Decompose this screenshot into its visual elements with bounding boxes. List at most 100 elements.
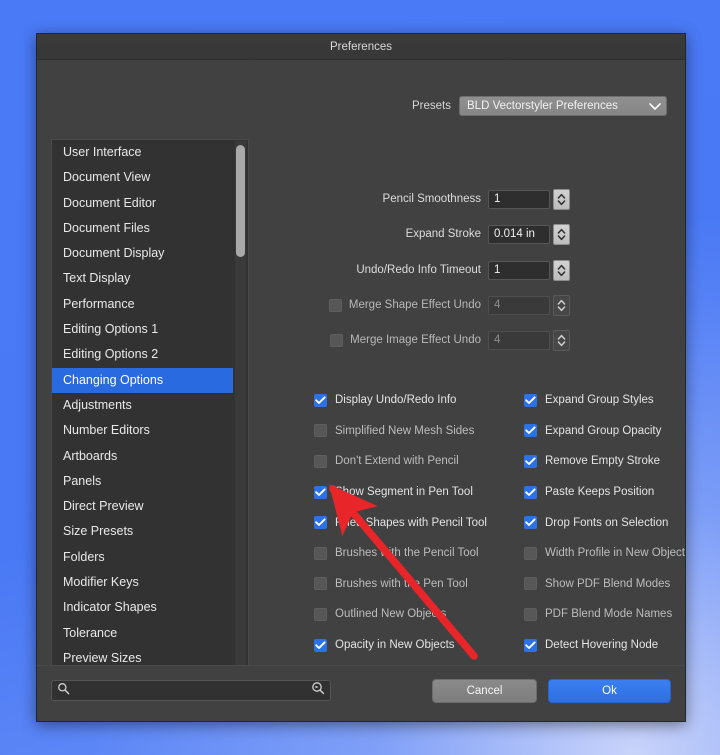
chevron-down-icon [648, 99, 662, 113]
checkbox-row-width-profile-in-new-objects[interactable]: Width Profile in New Objects [524, 538, 685, 569]
setting-label: Merge Shape Effect Undo [348, 299, 481, 311]
sidebar-item-artboards[interactable]: Artboards [52, 444, 233, 469]
sidebar-item-label: Editing Options 2 [63, 347, 159, 362]
checkbox-row-remove-empty-stroke[interactable]: Remove Empty Stroke [524, 446, 685, 477]
checkbox[interactable] [314, 607, 327, 621]
checkbox-column-right: Expand Group Styles Expand Group Opacity R… [524, 385, 685, 691]
sidebar-item-panels[interactable]: Panels [52, 469, 233, 494]
sidebar-item-document-view[interactable]: Document View [52, 165, 233, 190]
sidebar-item-label: Editing Options 1 [63, 322, 159, 337]
sidebar-scrollbar[interactable] [235, 141, 246, 679]
ok-button[interactable]: Ok [548, 679, 671, 703]
checkbox[interactable] [314, 516, 327, 530]
dialog-bottom-bar: Cancel Ok [37, 665, 685, 721]
changing-options-panel: Pencil Smoothness 1 Expand Stroke 0.014 in U… [262, 139, 685, 683]
checkbox-row-display-undo-redo-info[interactable]: Display Undo/Redo Info [314, 385, 487, 416]
checkbox[interactable] [328, 298, 342, 312]
number-input[interactable]: 0.014 in [488, 224, 550, 244]
checkbox[interactable] [524, 454, 537, 468]
search-options-icon[interactable] [311, 681, 325, 700]
checkbox-row-paste-keeps-position[interactable]: Paste Keeps Position [524, 477, 685, 508]
checkbox[interactable] [314, 638, 327, 652]
checkbox-row-outlined-new-objects[interactable]: Outlined New Objects [314, 599, 487, 630]
dialog-title: Preferences [329, 40, 392, 53]
sidebar-item-tolerance[interactable]: Tolerance [52, 621, 233, 646]
sidebar-item-number-editors[interactable]: Number Editors [52, 418, 233, 443]
sidebar-item-document-editor[interactable]: Document Editor [52, 191, 233, 216]
setting-label: Expand Stroke [405, 228, 481, 240]
checkbox[interactable] [524, 516, 537, 530]
number-input[interactable]: 4 [488, 295, 550, 315]
checkbox-row-show-pdf-blend-modes[interactable]: Show PDF Blend Modes [524, 569, 685, 600]
sidebar-item-user-interface[interactable]: User Interface [52, 140, 233, 165]
sidebar-item-label: Document Files [63, 220, 150, 235]
cancel-button[interactable]: Cancel [432, 679, 537, 703]
setting-row-undo-redo-info-timeout: Undo/Redo Info Timeout 1 [262, 259, 570, 281]
number-input[interactable]: 4 [488, 330, 550, 350]
sidebar-scrollbar-thumb[interactable] [236, 145, 245, 257]
category-list: User Interface Document View Document Edit… [52, 140, 233, 671]
checkbox[interactable] [524, 546, 537, 560]
sidebar-item-adjustments[interactable]: Adjustments [52, 393, 233, 418]
number-input[interactable]: 1 [488, 260, 550, 280]
sidebar-item-direct-preview[interactable]: Direct Preview [52, 494, 233, 519]
checkbox[interactable] [314, 393, 327, 407]
checkbox[interactable] [314, 577, 327, 591]
checkbox[interactable] [314, 546, 327, 560]
sidebar-item-modifier-keys[interactable]: Modifier Keys [52, 570, 233, 595]
checkbox-row-opacity-in-new-objects[interactable]: Opacity in New Objects [314, 630, 487, 661]
checkbox[interactable] [314, 454, 327, 468]
sidebar-item-document-files[interactable]: Document Files [52, 216, 233, 241]
checkbox[interactable] [330, 333, 344, 347]
checkbox-row-brushes-with-the-pencil-tool[interactable]: Brushes with the Pencil Tool [314, 538, 487, 569]
presets-label: Presets [412, 100, 451, 112]
checkbox[interactable] [524, 424, 537, 438]
checkbox[interactable] [314, 485, 327, 499]
number-input-value: 0.014 in [494, 228, 535, 240]
sidebar-item-editing-options-2[interactable]: Editing Options 2 [52, 342, 233, 367]
sidebar-item-label: Adjustments [63, 397, 132, 412]
stepper-control[interactable] [553, 294, 570, 316]
checkbox[interactable] [314, 424, 327, 438]
checkbox[interactable] [524, 638, 537, 652]
checkbox-row-expand-group-opacity[interactable]: Expand Group Opacity [524, 416, 685, 447]
number-input-value: 4 [494, 299, 501, 311]
sidebar-item-performance[interactable]: Performance [52, 292, 233, 317]
checkbox-row-drop-fonts-on-selection[interactable]: Drop Fonts on Selection [524, 507, 685, 538]
stepper-control[interactable] [553, 329, 570, 351]
checkbox-row-simplified-new-mesh-sides[interactable]: Simplified New Mesh Sides [314, 416, 487, 447]
checkbox[interactable] [524, 607, 537, 621]
presets-dropdown[interactable]: BLD Vectorstyler Preferences [459, 96, 667, 116]
checkbox-label: Outlined New Objects [335, 608, 447, 621]
search-input[interactable] [51, 680, 331, 701]
stepper-control[interactable] [553, 259, 570, 281]
stepper-control[interactable] [553, 188, 570, 210]
sidebar-item-size-presets[interactable]: Size Presets [52, 519, 233, 544]
sidebar-item-text-display[interactable]: Text Display [52, 266, 233, 291]
sidebar-item-label: Size Presets [63, 524, 134, 539]
checkbox-label: Detect Hovering Node [545, 639, 659, 652]
number-input-value: 1 [494, 264, 501, 276]
checkbox-label: Brushes with the Pen Tool [335, 577, 468, 590]
checkbox-row-don-t-extend-with-pencil[interactable]: Don't Extend with Pencil [314, 446, 487, 477]
checkbox[interactable] [524, 485, 537, 499]
sidebar-item-label: Changing Options [63, 372, 164, 387]
checkbox-row-pdf-blend-mode-names[interactable]: PDF Blend Mode Names [524, 599, 685, 630]
checkbox-row-filled-shapes-with-pencil-tool[interactable]: Filled Shapes with Pencil Tool [314, 507, 487, 538]
checkbox-row-show-segment-in-pen-tool[interactable]: Show Segment in Pen Tool [314, 477, 487, 508]
checkbox-label: Show Segment in Pen Tool [335, 486, 473, 499]
sidebar-item-changing-options[interactable]: Changing Options [52, 367, 233, 393]
sidebar-item-label: Document Editor [63, 195, 157, 210]
checkbox[interactable] [524, 577, 537, 591]
checkbox-row-expand-group-styles[interactable]: Expand Group Styles [524, 385, 685, 416]
category-sidebar[interactable]: User Interface Document View Document Edit… [51, 139, 249, 681]
checkbox-row-detect-hovering-node[interactable]: Detect Hovering Node [524, 630, 685, 661]
sidebar-item-folders[interactable]: Folders [52, 545, 233, 570]
sidebar-item-editing-options-1[interactable]: Editing Options 1 [52, 317, 233, 342]
checkbox[interactable] [524, 393, 537, 407]
sidebar-item-indicator-shapes[interactable]: Indicator Shapes [52, 595, 233, 620]
checkbox-row-brushes-with-the-pen-tool[interactable]: Brushes with the Pen Tool [314, 569, 487, 600]
sidebar-item-document-display[interactable]: Document Display [52, 241, 233, 266]
stepper-control[interactable] [553, 223, 570, 245]
number-input[interactable]: 1 [488, 189, 550, 209]
